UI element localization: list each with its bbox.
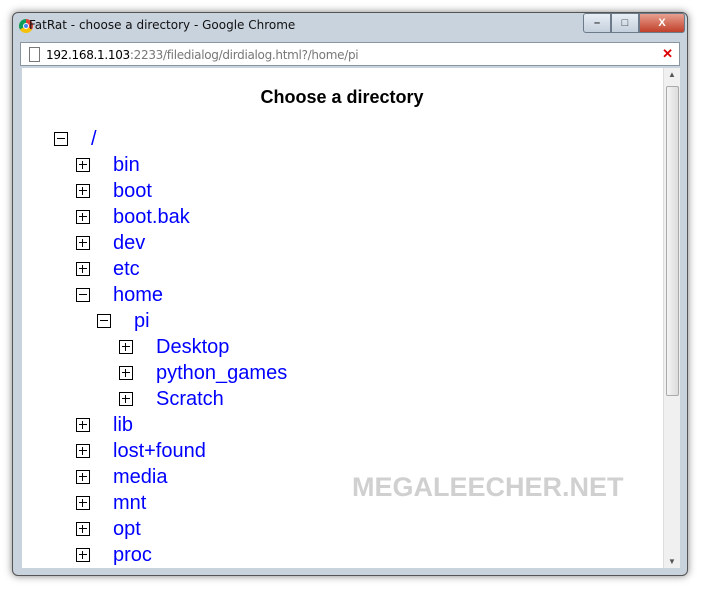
expand-icon[interactable]	[76, 418, 90, 432]
tree-item-label[interactable]: proc	[113, 544, 152, 567]
window-controls: – □ X	[583, 13, 685, 33]
tree-item-label[interactable]: media	[113, 466, 167, 489]
scroll-down-icon[interactable]: ▼	[668, 557, 676, 566]
tree-item: boot	[76, 178, 152, 204]
tree-item-label[interactable]: etc	[113, 258, 140, 281]
tree-item: pi	[97, 308, 150, 334]
tree-item: python_games	[119, 360, 287, 386]
tree-item: /	[54, 126, 97, 152]
tree-item: opt	[76, 516, 141, 542]
url-text[interactable]: 192.168.1.103:2233/filedialog/dirdialog.…	[46, 48, 359, 62]
tree-item-label[interactable]: bin	[113, 154, 140, 177]
expand-icon[interactable]	[76, 496, 90, 510]
tree-item: Desktop	[119, 334, 229, 360]
tree-item: boot.bak	[76, 204, 190, 230]
minimize-button[interactable]: –	[583, 13, 611, 33]
expand-icon[interactable]	[119, 392, 133, 406]
tree-item: mnt	[76, 490, 146, 516]
scroll-up-icon[interactable]: ▲	[668, 70, 676, 79]
tree-item: proc	[76, 542, 152, 568]
expand-icon[interactable]	[76, 158, 90, 172]
expand-icon[interactable]	[76, 522, 90, 536]
tree-item: lib	[76, 412, 133, 438]
expand-icon[interactable]	[76, 262, 90, 276]
blocked-plugin-icon[interactable]: ✕	[662, 46, 673, 62]
tree-item-label[interactable]: boot.bak	[113, 206, 190, 229]
tree-item: home	[76, 282, 163, 308]
tree-item-label[interactable]: mnt	[113, 492, 146, 515]
tree-item: etc	[76, 256, 140, 282]
page-icon	[29, 47, 40, 62]
expand-icon[interactable]	[76, 210, 90, 224]
tree-item-label[interactable]: opt	[113, 518, 141, 541]
expand-icon[interactable]	[76, 444, 90, 458]
tree-item-label[interactable]: python_games	[156, 362, 287, 385]
tree-item: Scratch	[119, 386, 224, 412]
scrollbar-thumb[interactable]	[666, 86, 679, 396]
tree-item-label[interactable]: boot	[113, 180, 152, 203]
expand-icon[interactable]	[119, 340, 133, 354]
expand-icon[interactable]	[119, 366, 133, 380]
tree-item-label[interactable]: lost+found	[113, 440, 206, 463]
tree-item: bin	[76, 152, 140, 178]
maximize-button[interactable]: □	[611, 13, 639, 33]
expand-icon[interactable]	[76, 548, 90, 562]
collapse-icon[interactable]	[54, 132, 68, 146]
watermark: MEGALEECHER.NET	[352, 472, 624, 502]
tree-item-label[interactable]: Desktop	[156, 336, 229, 359]
collapse-icon[interactable]	[97, 314, 111, 328]
expand-icon[interactable]	[76, 236, 90, 250]
url-path: :2233/filedialog/dirdialog.html?/home/pi	[129, 48, 359, 62]
page-heading: Choose a directory	[260, 87, 424, 107]
tree-item-label[interactable]: home	[113, 284, 163, 307]
tree-item-label[interactable]: lib	[113, 414, 133, 437]
page-content: Choose a directory / bin boot boot.bak dev et…	[22, 68, 680, 568]
tree-item-label[interactable]: /	[91, 128, 97, 151]
url-host: 192.168.1.103	[46, 48, 130, 62]
expand-icon[interactable]	[76, 184, 90, 198]
expand-icon[interactable]	[76, 470, 90, 484]
vertical-scrollbar[interactable]: ▲ ▼	[663, 68, 680, 568]
collapse-icon[interactable]	[76, 288, 90, 302]
tree-item-label[interactable]: Scratch	[156, 388, 224, 411]
tree-item-label[interactable]: dev	[113, 232, 145, 255]
address-bar[interactable]: 192.168.1.103:2233/filedialog/dirdialog.…	[20, 42, 680, 66]
close-button[interactable]: X	[639, 13, 685, 33]
window-title: FatRat - choose a directory - Google Chr…	[29, 18, 296, 32]
tree-item: media	[76, 464, 167, 490]
tree-item: lost+found	[76, 438, 206, 464]
tree-item: dev	[76, 230, 145, 256]
tree-item-label[interactable]: pi	[134, 310, 150, 333]
